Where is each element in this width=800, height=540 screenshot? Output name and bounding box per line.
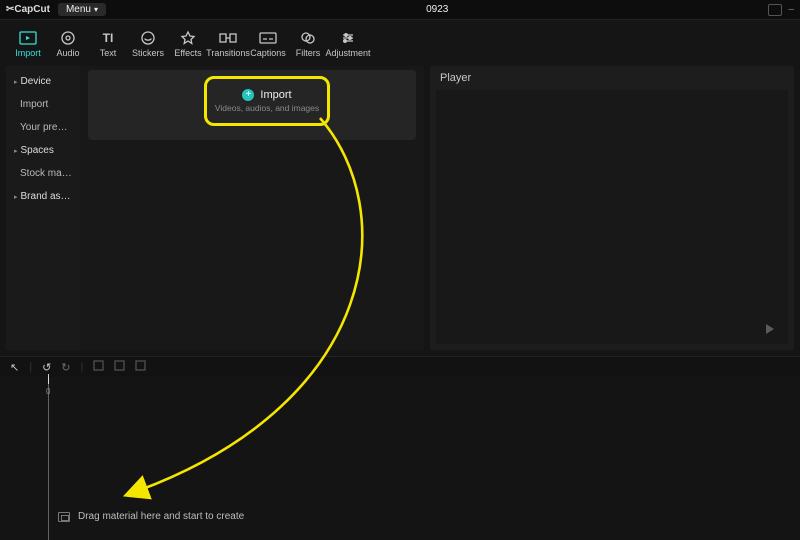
captions-icon (259, 30, 277, 46)
transitions-icon (219, 30, 237, 46)
window-layout-button[interactable] (768, 4, 782, 16)
sidebar-item-import[interactable]: Import (6, 93, 80, 116)
sidebar-item-stock[interactable]: Stock mat… (6, 162, 80, 185)
menu-button[interactable]: Menu ▾ (58, 3, 106, 16)
chevron-down-icon: ▾ (94, 5, 98, 14)
play-icon[interactable] (766, 324, 774, 334)
tab-filters[interactable]: Filters (288, 24, 328, 64)
window-minimize-button[interactable]: – (788, 4, 794, 15)
tab-stickers[interactable]: Stickers (128, 24, 168, 64)
redo-button[interactable]: ↻ (61, 361, 70, 374)
import-dropzone[interactable] (88, 70, 416, 140)
timeline-toolbar: ↖ | ↺ ↻ | (0, 357, 800, 377)
tab-text[interactable]: TI Text (88, 24, 128, 64)
tab-effects[interactable]: Effects (168, 24, 208, 64)
effects-icon (179, 30, 197, 46)
text-icon: TI (99, 30, 117, 46)
app-logo: ✂CapCut (6, 4, 50, 15)
playhead[interactable] (48, 377, 49, 540)
audio-icon (59, 30, 77, 46)
sidebar-item-device[interactable]: Device (6, 70, 80, 93)
tab-adjustment[interactable]: Adjustment (328, 24, 368, 64)
adjustment-icon (339, 30, 357, 46)
timeline-body[interactable]: 0 Drag material here and start to create (0, 377, 800, 540)
titlebar: ✂CapCut Menu ▾ 0923 – (0, 0, 800, 20)
split-button[interactable] (93, 360, 104, 374)
project-title: 0923 (426, 4, 448, 15)
import-icon (19, 30, 37, 46)
tab-import[interactable]: Import (8, 24, 48, 64)
undo-button[interactable]: ↺ (42, 361, 51, 374)
timeline-pane: ↖ | ↺ ↻ | 0 Drag material here and start… (0, 356, 800, 540)
separator: | (29, 361, 32, 373)
filters-icon (299, 30, 317, 46)
media-tabs: Import Audio TI Text Stickers (0, 20, 800, 66)
tab-transitions[interactable]: Transitions (208, 24, 248, 64)
upper-pane: Import Audio TI Text Stickers (0, 20, 800, 356)
player-viewport[interactable] (436, 90, 788, 344)
sidebar-item-spaces[interactable]: Spaces (6, 139, 80, 162)
media-body: + Import Videos, audios, and images (80, 66, 424, 350)
media-sidebar: Device Import Your presets Spaces Stock … (6, 66, 80, 350)
sidebar-item-brand[interactable]: Brand assets (6, 185, 80, 208)
cursor-tool-icon[interactable]: ↖ (10, 361, 19, 374)
delete-button[interactable] (114, 360, 125, 374)
media-panel: Device Import Your presets Spaces Stock … (6, 66, 424, 350)
timeline-drop-hint: Drag material here and start to create (58, 511, 244, 522)
app-root: ✂CapCut Menu ▾ 0923 – Import (0, 0, 800, 540)
tab-captions[interactable]: Captions (248, 24, 288, 64)
media-icon (58, 512, 70, 522)
crop-button[interactable] (135, 360, 146, 374)
stickers-icon (139, 30, 157, 46)
player-header: Player (430, 66, 794, 90)
sidebar-item-presets[interactable]: Your presets (6, 116, 80, 139)
tab-audio[interactable]: Audio (48, 24, 88, 64)
player-panel: Player (430, 66, 794, 350)
separator: | (81, 361, 84, 373)
timeline-ruler[interactable]: 0 (48, 377, 800, 391)
